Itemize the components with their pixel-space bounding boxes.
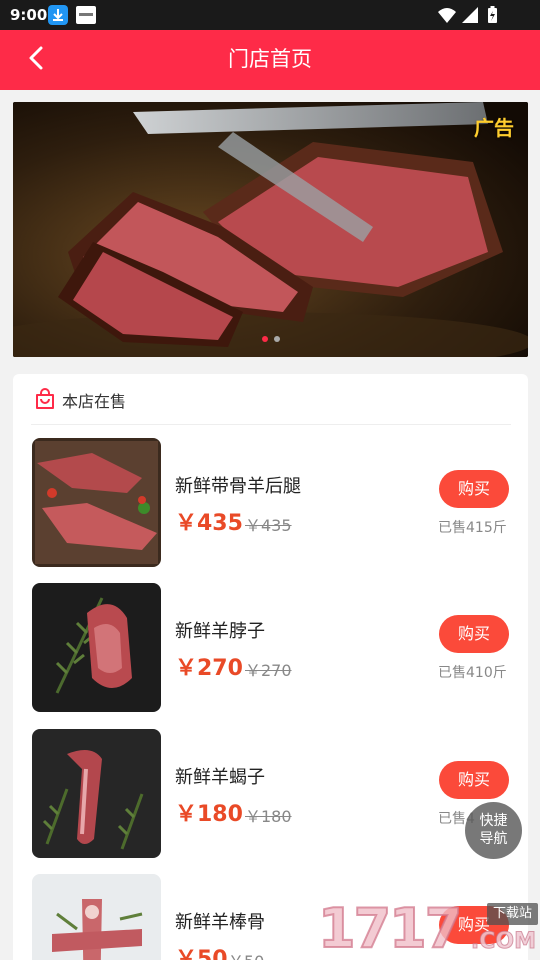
original-price: ￥435	[245, 516, 292, 535]
app-notification-icon	[76, 6, 96, 24]
carousel-dot[interactable]	[273, 336, 280, 342]
product-name: 新鲜羊棒骨	[175, 912, 265, 933]
watermark-com: .COM	[470, 929, 536, 955]
site-watermark: 1717 下载站 .COM	[316, 896, 540, 960]
ad-label: 广告	[474, 116, 514, 140]
banner-image	[13, 102, 528, 357]
product-name: 新鲜羊脖子	[175, 621, 265, 642]
original-price: ￥180	[245, 807, 292, 826]
section-header: 本店在售	[31, 374, 511, 425]
product-price: ￥270	[175, 656, 243, 681]
buy-button[interactable]: 购买	[439, 615, 509, 653]
product-price: ￥180	[175, 802, 243, 827]
app-header: 门店首页	[0, 30, 540, 90]
shopping-bag-icon	[36, 388, 54, 409]
product-item[interactable]: 新鲜羊脖子 ￥270 ￥270 购买 已售410斤	[32, 583, 512, 713]
sold-count: 已售410斤	[438, 665, 507, 681]
download-notification-icon	[48, 5, 68, 25]
sold-count: 已售415斤	[438, 520, 507, 536]
products-card: 本店在售 新鲜带骨羊后腿 ￥435 ￥435 购买 已售415斤 新鲜羊脖子 ￥…	[13, 374, 528, 960]
signal-icon	[462, 7, 478, 23]
buy-button[interactable]: 购买	[439, 761, 509, 799]
product-image[interactable]	[32, 438, 161, 567]
original-price: ￥50	[228, 948, 264, 960]
carousel-indicator	[13, 327, 528, 346]
banner-carousel[interactable]: 广告	[13, 102, 528, 357]
product-item[interactable]: 新鲜羊蝎子 ￥180 ￥180 购买 已售4	[32, 729, 512, 859]
original-price: ￥270	[245, 661, 292, 680]
product-image[interactable]	[32, 874, 161, 960]
product-price: ￥435	[175, 511, 243, 536]
product-name: 新鲜带骨羊后腿	[175, 476, 301, 497]
buy-button[interactable]: 购买	[439, 470, 509, 508]
product-image[interactable]	[32, 729, 161, 858]
status-bar: 9:00	[0, 0, 540, 30]
quick-nav-line1: 快捷	[479, 813, 508, 829]
quick-nav-line2: 导航	[479, 831, 508, 847]
quick-nav-button[interactable]: 快捷 导航	[465, 802, 522, 859]
product-item[interactable]: 新鲜带骨羊后腿 ￥435 ￥435 购买 已售415斤	[32, 438, 512, 568]
carousel-dot-active[interactable]	[261, 336, 268, 342]
section-title: 本店在售	[62, 392, 127, 411]
product-price: ￥50	[175, 947, 228, 960]
status-icons	[436, 5, 506, 25]
product-image[interactable]	[32, 583, 161, 712]
page-title: 门店首页	[228, 47, 312, 71]
status-time: 9:00	[10, 6, 48, 24]
wifi-icon	[438, 8, 456, 23]
watermark-number: 1717	[317, 896, 463, 960]
watermark-tag: 下载站	[486, 903, 538, 925]
product-name: 新鲜羊蝎子	[175, 767, 265, 788]
